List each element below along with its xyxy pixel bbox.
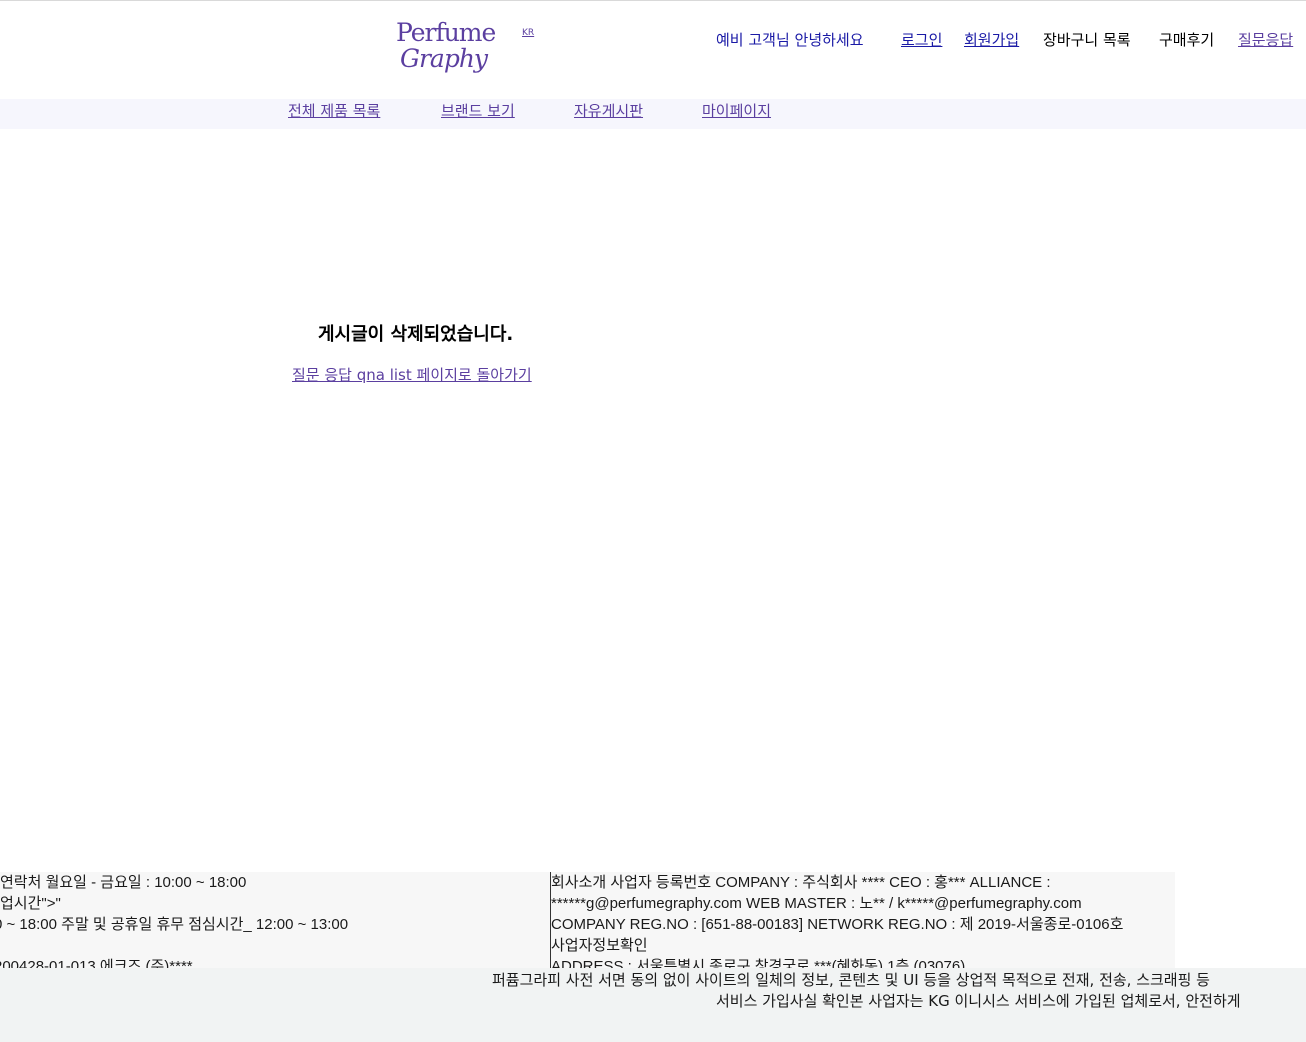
signup-link[interactable]: 회원가입 — [964, 30, 1019, 50]
language-badge[interactable]: KR — [522, 28, 534, 38]
deleted-message: 게시글이 삭제되었습니다. — [318, 324, 514, 345]
reviews-link[interactable]: 구매후기 — [1159, 30, 1214, 50]
footer-legal-line: 퍼퓸그라피 사전 서면 동의 없이 사이트의 일체의 정보, 콘텐츠 및 UI … — [492, 971, 1210, 989]
footer-company-line: ******g@perfumegraphy.com WEB MASTER : 노… — [551, 895, 1082, 912]
login-link[interactable]: 로그인 — [901, 30, 942, 50]
footer-contact-line: 업시간">" — [0, 895, 61, 912]
footer-company-info: 회사소개 사업자 등록번호 COMPANY : 주식회사 **** CEO : … — [551, 872, 1175, 968]
menu-brands[interactable]: 브랜드 보기 — [441, 101, 515, 121]
footer-contact-line: 200428-01-013 에크즈 (주)**** — [0, 958, 193, 968]
menu-mypage[interactable]: 마이페이지 — [702, 101, 771, 121]
footer-contact: 연락처 월요일 - 금요일 : 10:00 ~ 18:00 업시간">" 0 ~… — [0, 872, 550, 968]
main-menu-bar: 전체 제품 목록 브랜드 보기 자유게시판 마이페이지 — [0, 99, 1306, 129]
footer-company-line: COMPANY REG.NO : [651-88-00183] NETWORK … — [551, 916, 1124, 933]
site-logo[interactable]: Perfume Graphy KR — [396, 18, 546, 82]
logo-text-graphy: Graphy — [400, 44, 488, 73]
top-border — [0, 0, 1306, 1]
footer-legal-line: 서비스 가입사실 확인본 사업자는 KG 이니시스 서비스에 가입된 업체로서,… — [716, 992, 1241, 1010]
menu-free-board[interactable]: 자유게시판 — [574, 101, 643, 121]
greeting-text: 예비 고객님 안녕하세요 — [716, 31, 864, 49]
footer-company-line: ADDRESS : 서울특별시 종로구 창경궁로 ***(혜화동) 1층 (03… — [551, 958, 966, 968]
footer-legal: 퍼퓸그라피 사전 서면 동의 없이 사이트의 일체의 정보, 콘텐츠 및 UI … — [0, 968, 1306, 1042]
qna-link[interactable]: 질문응답 — [1238, 30, 1293, 50]
footer-contact-line: 연락처 월요일 - 금요일 : 10:00 ~ 18:00 — [0, 874, 247, 891]
footer-contact-line: 0 ~ 18:00 주말 및 공휴일 휴무 점심시간_ 12:00 ~ 13:0… — [0, 916, 349, 933]
business-info-link[interactable]: 사업자정보확인 — [551, 935, 648, 956]
back-to-qna-link[interactable]: 질문 응답 qna list 페이지로 돌아가기 — [292, 365, 532, 385]
footer-company-line: 회사소개 사업자 등록번호 COMPANY : 주식회사 **** CEO : … — [551, 874, 1051, 891]
cart-link[interactable]: 장바구니 목록 — [1043, 30, 1131, 50]
menu-all-products[interactable]: 전체 제품 목록 — [288, 101, 380, 121]
